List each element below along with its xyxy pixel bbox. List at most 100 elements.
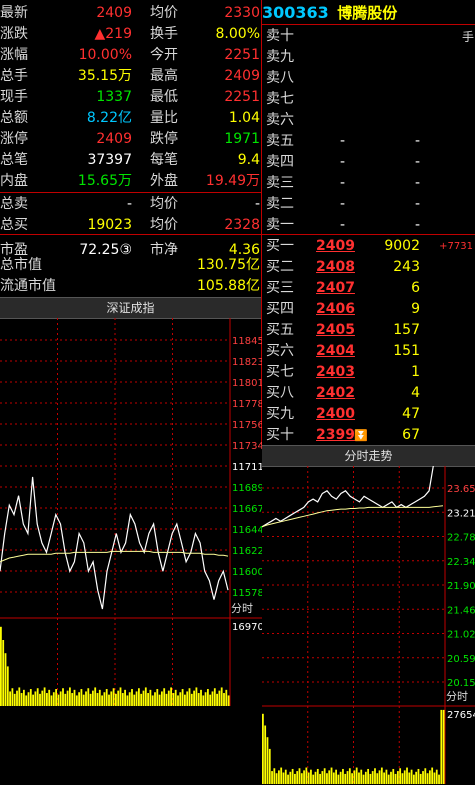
divider [0, 234, 262, 235]
bid-row[interactable]: 买九 2400 47 [266, 404, 475, 425]
volume-bar [307, 772, 310, 784]
ask-label: 卖三 [266, 175, 294, 191]
ask-row[interactable]: 卖六 [266, 110, 475, 131]
quote-row: 总买 19023 均价 2328 [0, 215, 262, 236]
volume-bar [435, 769, 438, 784]
y-tick-label: 11778 [232, 399, 262, 410]
bid-price: 2409 [316, 238, 355, 254]
market-cap-label: 总市值 [0, 257, 42, 273]
volume-bar [300, 773, 303, 784]
bid-row[interactable]: 买十 2399 ⏬ 67 [266, 425, 475, 446]
index-panel-title[interactable]: 深证成指 [0, 297, 261, 319]
volume-bar [197, 693, 200, 706]
ask-label: 卖七 [266, 91, 294, 107]
ask-row[interactable]: 卖十 [266, 26, 475, 47]
bid-row[interactable]: 买五 2405 157 [266, 320, 475, 341]
volume-bar [161, 691, 163, 706]
volume-bar [328, 770, 331, 784]
volume-bar [353, 770, 356, 784]
volume-bar [332, 772, 335, 784]
volume-bar [394, 773, 397, 784]
ask-row[interactable]: 卖三 - - [266, 173, 475, 194]
bid-label: 买三 [266, 280, 294, 296]
y-tick-label: 11845 [232, 336, 262, 347]
quote-value: 1971 [224, 131, 260, 147]
volume-bar [11, 688, 14, 706]
stock-code: 300363 [262, 3, 329, 22]
volume-bar [25, 695, 28, 706]
volume-bar [105, 689, 108, 706]
volume-bar [417, 768, 420, 784]
quote-row: 总手 35.15万 最高 2409 [0, 66, 262, 87]
ask-label: 卖八 [266, 70, 294, 86]
ask-row[interactable]: 卖九 [266, 47, 475, 68]
bid-row[interactable]: 买七 2403 1 [266, 362, 475, 383]
bid-volume: 9002 [384, 238, 420, 254]
volume-bar [133, 694, 136, 706]
quote-label: 总卖 [0, 196, 28, 212]
bid-row[interactable]: 买三 2407 6 [266, 278, 475, 299]
bid-row[interactable]: 买八 2402 4 [266, 383, 475, 404]
volume-bar [27, 692, 30, 706]
volume-bar [96, 693, 99, 706]
volume-bar [369, 773, 372, 784]
volume-bar [85, 691, 87, 706]
volume-bar [358, 772, 360, 784]
volume-bar [98, 689, 101, 706]
volume-bar [415, 771, 418, 784]
volume-bar [410, 769, 413, 784]
y-tick-label: 23.21 [447, 508, 475, 519]
volume-bar [339, 771, 342, 784]
average-line [0, 550, 229, 563]
volume-bar [174, 689, 177, 706]
volume-bar [57, 694, 60, 706]
volume-bar [314, 771, 317, 784]
bid-row[interactable]: 买六 2404 151 [266, 341, 475, 362]
y-tick-label: 20.15 [447, 678, 475, 689]
ask-price: - [340, 154, 346, 170]
bid-price: 2405 [316, 322, 355, 338]
volume-bar [126, 695, 129, 706]
volume-bar [103, 692, 106, 706]
volume-bar [266, 737, 269, 784]
bid-volume: 243 [393, 259, 420, 275]
volume-bar [305, 767, 308, 784]
ask-row[interactable]: 卖四 - - [266, 152, 475, 173]
volume-bar [401, 773, 404, 784]
volume-bar [89, 693, 92, 706]
ask-row[interactable]: 卖八 [266, 68, 475, 89]
ask-volume: - [414, 196, 420, 212]
index-chart[interactable]: 11845 11823 11801 11778 11756 11734 11711 11689… [0, 318, 262, 785]
y-tick-label: 23.65 [447, 484, 475, 495]
ask-row[interactable]: 卖七 [266, 89, 475, 110]
volume-bar [262, 713, 264, 784]
volume-bar [16, 690, 18, 706]
volume-bar [362, 774, 365, 784]
volume-bar [13, 693, 16, 706]
bid-row[interactable]: 买四 2406 9 [266, 299, 475, 320]
ask-label: 卖九 [266, 49, 294, 65]
ask-row[interactable]: 卖二 - - [266, 194, 475, 215]
quote-row: 总额 8.22亿 量比 1.04 [0, 108, 262, 129]
ask-row[interactable]: 卖一 - - [266, 215, 475, 236]
bid-row[interactable]: 买二 2408 243 [266, 257, 475, 278]
divider [262, 234, 475, 235]
volume-bar [73, 689, 76, 706]
intraday-chart[interactable]: 23.65 23.21 22.78 22.34 21.90 21.46 21.02 20.59… [262, 466, 475, 785]
quote-row: 涨幅 10.00% 今开 2251 [0, 45, 262, 66]
volume-bar [121, 693, 124, 706]
intraday-panel-title[interactable]: 分时走势 [262, 445, 475, 467]
ask-volume: - [414, 217, 420, 233]
ask-price: - [340, 196, 346, 212]
y-tick-label: 11667 [232, 504, 262, 515]
volume-bar [380, 767, 383, 784]
bid-row[interactable]: 买一 2409 9002 +7731 [266, 236, 475, 257]
volume-bar [101, 695, 103, 706]
ask-price: - [340, 175, 346, 191]
ask-label: 卖十 [266, 28, 294, 44]
volume-bar [112, 688, 115, 706]
volume-bar [131, 689, 133, 706]
volume-bar [371, 771, 374, 784]
stock-header[interactable]: 300363 博腾股份 [262, 2, 397, 24]
ask-row[interactable]: 卖五 - - [266, 131, 475, 152]
